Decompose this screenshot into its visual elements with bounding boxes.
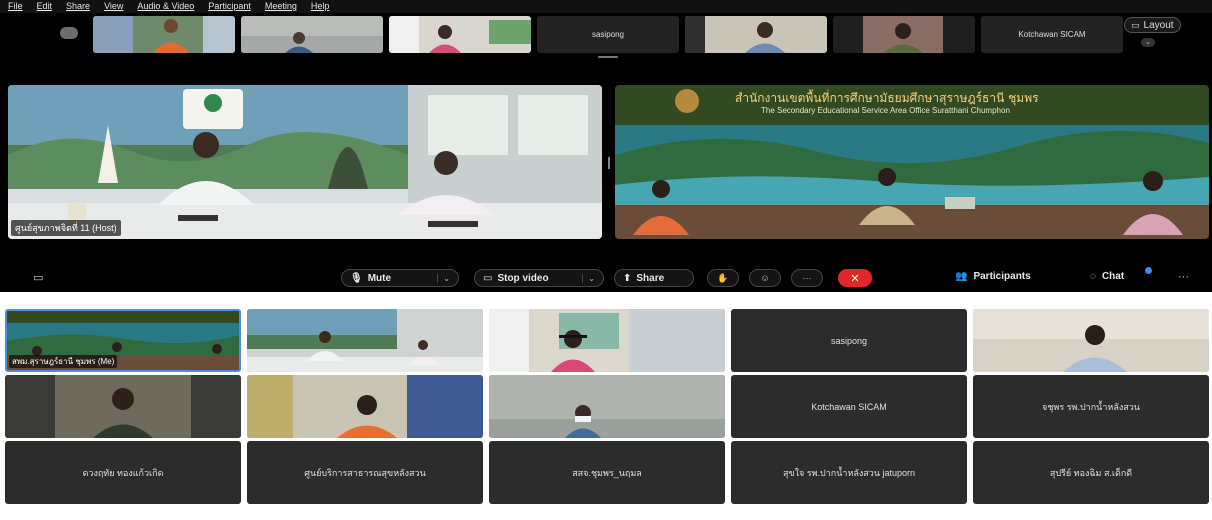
more-options-icon[interactable]: ··· bbox=[1178, 271, 1189, 283]
camera-icon: ▭ bbox=[483, 272, 493, 284]
smile-icon: ☺ bbox=[760, 273, 770, 283]
share-button[interactable]: ⬆ Share bbox=[614, 269, 694, 287]
gallery-view: สพม.สุราษฎร์ธานี ชุมพร (Me) sasipong Kot… bbox=[3, 306, 1212, 506]
menu-audio-video[interactable]: Audio & Video bbox=[137, 0, 194, 13]
chat-notification-badge bbox=[1145, 267, 1152, 274]
reactions-button[interactable]: ☺ bbox=[749, 269, 781, 287]
filmstrip-toggle[interactable] bbox=[60, 27, 78, 39]
participant-video-tile[interactable] bbox=[489, 375, 725, 438]
participant-video-tile[interactable] bbox=[5, 375, 241, 438]
menu-bar: File Edit Share View Audio & Video Parti… bbox=[0, 0, 1212, 13]
chevron-down-icon[interactable]: ⌄ bbox=[582, 273, 595, 283]
filmstrip: sasipong Kotchawan SICAM ▭ Layout ⌄ bbox=[0, 13, 1212, 55]
participant-name-tile[interactable]: Kotchawan SICAM bbox=[731, 375, 967, 438]
chat-icon: ◌ bbox=[1090, 271, 1096, 282]
participant-name-tile[interactable]: จชุพร รพ.ปากน้ำหลังสวน bbox=[973, 375, 1209, 438]
filmstrip-video-tile[interactable] bbox=[685, 16, 827, 53]
filmstrip-video-tile[interactable] bbox=[93, 16, 235, 53]
participant-video-tile[interactable] bbox=[489, 309, 725, 372]
participant-name-tile[interactable]: สุขใจ รพ.ปากน้ำหลังสวน jatuporn bbox=[731, 441, 967, 504]
chat-label: Chat bbox=[1101, 271, 1125, 282]
filmstrip-name-tile[interactable]: Kotchawan SICAM bbox=[981, 16, 1123, 53]
more-button[interactable]: ··· bbox=[791, 269, 823, 287]
chevron-down-icon[interactable]: ⌄ bbox=[1141, 38, 1155, 47]
share-screen-icon: ⬆ bbox=[623, 272, 632, 284]
self-video-tile[interactable]: สพม.สุราษฎร์ธานี ชุมพร (Me) bbox=[5, 309, 241, 372]
menu-participant[interactable]: Participant bbox=[208, 0, 251, 13]
layout-button[interactable]: ▭ Layout bbox=[1124, 17, 1181, 33]
raise-hand-button[interactable]: ✋ bbox=[707, 269, 739, 287]
stop-video-label: Stop video bbox=[497, 272, 549, 284]
mute-button[interactable]: 🎙 Mute ⌄ bbox=[341, 269, 459, 287]
more-label: ··· bbox=[802, 273, 812, 283]
menu-edit[interactable]: Edit bbox=[37, 0, 53, 13]
microphone-icon: 🎙 bbox=[350, 272, 363, 284]
stop-video-button[interactable]: ▭ Stop video ⌄ bbox=[474, 269, 604, 287]
mute-label: Mute bbox=[367, 272, 392, 284]
filmstrip-video-tile[interactable] bbox=[389, 16, 531, 53]
participant-name-tile[interactable]: sasipong bbox=[731, 309, 967, 372]
banner-title-english: The Secondary Educational Service Area O… bbox=[761, 106, 1010, 115]
chat-button[interactable]: ◌ Chat bbox=[1090, 271, 1124, 282]
host-video[interactable]: ศูนย์สุขภาพจิตที่ 11 (Host) bbox=[8, 85, 602, 239]
participant-name-tile[interactable]: ศูนย์บริการสาธารณสุขหลังสวน bbox=[247, 441, 483, 504]
participant-video-tile[interactable] bbox=[247, 375, 483, 438]
filmstrip-video-tile[interactable] bbox=[833, 16, 975, 53]
filmstrip-name-tile[interactable]: sasipong bbox=[537, 16, 679, 53]
participant-name-tile[interactable]: สสจ.ชุมพร_นฤมล bbox=[489, 441, 725, 504]
active-speaker-video[interactable]: สำนักงานเขตพื้นที่การศึกษามัธยมศึกษาสุรา… bbox=[615, 85, 1209, 239]
host-name-label: ศูนย์สุขภาพจิตที่ 11 (Host) bbox=[11, 220, 121, 236]
hand-icon: ✋ bbox=[717, 272, 729, 283]
share-label: Share bbox=[636, 272, 665, 284]
participants-icon: 👥 bbox=[955, 271, 968, 282]
menu-file[interactable]: File bbox=[8, 0, 23, 13]
meeting-window: sasipong Kotchawan SICAM ▭ Layout ⌄ ศูนย… bbox=[0, 13, 1212, 292]
meeting-toolbar: ▭ 🎙 Mute ⌄ ▭ Stop video ⌄ ⬆ Share ✋ ☺ ··… bbox=[0, 267, 1212, 291]
menu-help[interactable]: Help bbox=[311, 0, 330, 13]
participant-video-tile[interactable] bbox=[247, 309, 483, 372]
layout-icon: ▭ bbox=[1131, 19, 1140, 30]
split-divider[interactable] bbox=[608, 157, 610, 169]
info-icon[interactable]: ▭ bbox=[33, 271, 43, 284]
menu-meeting[interactable]: Meeting bbox=[265, 0, 297, 13]
filmstrip-resize-handle[interactable] bbox=[598, 56, 618, 58]
participant-name-tile[interactable]: สุปรีย์ ทองฉิม ส.เด็กดี bbox=[973, 441, 1209, 504]
self-name-label: สพม.สุราษฎร์ธานี ชุมพร (Me) bbox=[9, 355, 118, 368]
participant-video-tile[interactable] bbox=[973, 309, 1209, 372]
chevron-down-icon[interactable]: ⌄ bbox=[437, 273, 450, 283]
menu-share[interactable]: Share bbox=[66, 0, 90, 13]
participants-label: Participants bbox=[973, 271, 1031, 282]
participant-name-tile[interactable]: ดวงฤทัย ทองแก้วเกิด bbox=[5, 441, 241, 504]
menu-view[interactable]: View bbox=[104, 0, 123, 13]
participants-button[interactable]: 👥 Participants bbox=[955, 271, 1031, 282]
layout-label: Layout bbox=[1143, 19, 1174, 31]
end-call-button[interactable]: ✕ bbox=[838, 269, 872, 287]
close-icon: ✕ bbox=[850, 272, 860, 285]
filmstrip-video-tile[interactable] bbox=[241, 16, 383, 53]
